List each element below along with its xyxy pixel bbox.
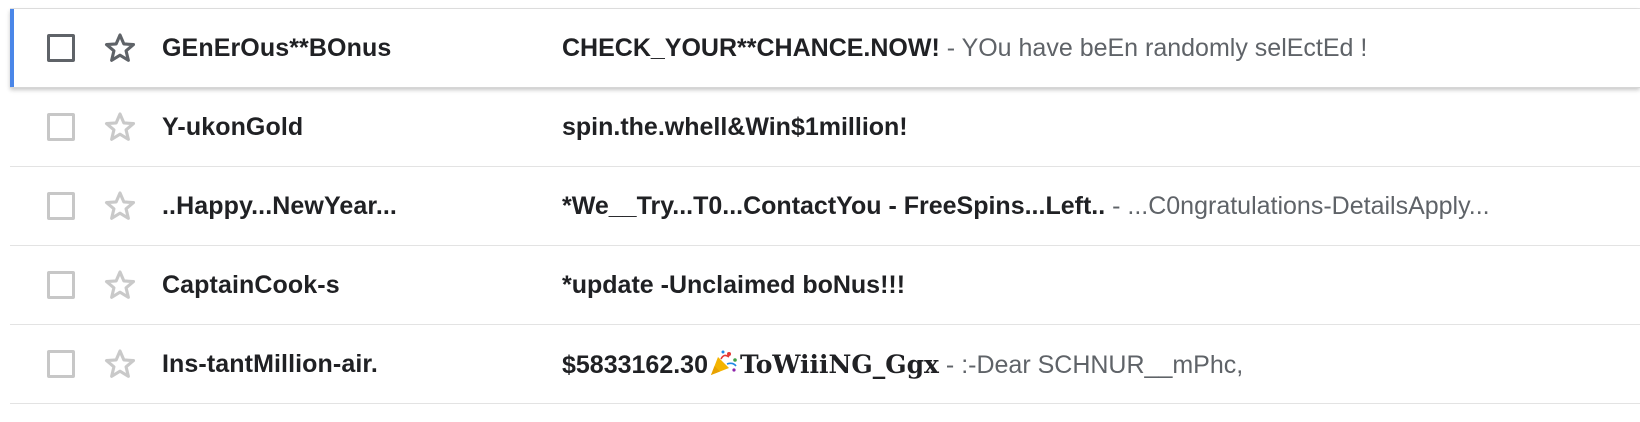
email-content: spin.the.whell&Win$1million! (562, 113, 1632, 142)
email-subject: spin.the.whell&Win$1million! (562, 112, 908, 141)
sender-name: CaptainCook-s (162, 270, 340, 299)
email-row[interactable]: GEnErOus**BOnus CHECK_YOUR**CHANCE.NOW! … (10, 9, 1640, 88)
email-row[interactable]: Y-ukonGold spin.the.whell&Win$1million! (10, 88, 1640, 167)
email-subject: *update -Unclaimed boNus!!! (562, 270, 906, 299)
email-subject: *We__Try...T0...ContactYou - FreeSpins..… (562, 191, 1106, 220)
email-row[interactable]: CaptainCook-s *update -Unclaimed boNus!!… (10, 246, 1640, 325)
party-popper-icon (709, 349, 739, 377)
snippet-separator: - (939, 33, 962, 62)
email-content: *We__Try...T0...ContactYou - FreeSpins..… (562, 192, 1632, 221)
sender-name: ..Happy...NewYear... (162, 191, 397, 220)
email-subject: $5833162.30 (562, 350, 708, 379)
star-icon[interactable] (103, 31, 137, 65)
select-checkbox[interactable] (47, 34, 75, 62)
snippet-separator: - (1105, 191, 1128, 220)
select-checkbox[interactable] (47, 350, 75, 378)
star-icon[interactable] (103, 347, 137, 381)
email-content: CHECK_YOUR**CHANCE.NOW! - YOu have beEn … (562, 34, 1632, 63)
select-checkbox[interactable] (47, 271, 75, 299)
email-list: GEnErOus**BOnus CHECK_YOUR**CHANCE.NOW! … (10, 8, 1640, 404)
select-checkbox[interactable] (47, 192, 75, 220)
email-subject-suffix: ToWiiiNG_Ggx (739, 349, 939, 379)
email-content: *update -Unclaimed boNus!!! (562, 271, 1632, 300)
star-icon[interactable] (103, 110, 137, 144)
star-icon[interactable] (103, 189, 137, 223)
sender-name: Ins-tantMillion-air. (162, 349, 378, 378)
email-content: $5833162.30 ToWiiiNG_Ggx - :-Dear SCHNUR… (562, 349, 1632, 380)
snippet-separator: - (938, 350, 962, 379)
email-row[interactable]: ..Happy...NewYear... *We__Try...T0...Con… (10, 167, 1640, 246)
star-icon[interactable] (103, 268, 137, 302)
email-subject: CHECK_YOUR**CHANCE.NOW! (562, 33, 940, 62)
sender-name: Y-ukonGold (162, 112, 304, 141)
email-snippet: YOu have beEn randomly selEctEd ! (961, 33, 1368, 62)
select-checkbox[interactable] (47, 113, 75, 141)
email-snippet: :-Dear SCHNUR__mPhc, (961, 350, 1244, 379)
email-snippet: ...C0ngratulations-DetailsApply... (1127, 191, 1490, 220)
email-row[interactable]: Ins-tantMillion-air. $5833162.30 ToWiiiN… (10, 325, 1640, 404)
sender-name: GEnErOus**BOnus (162, 33, 392, 62)
